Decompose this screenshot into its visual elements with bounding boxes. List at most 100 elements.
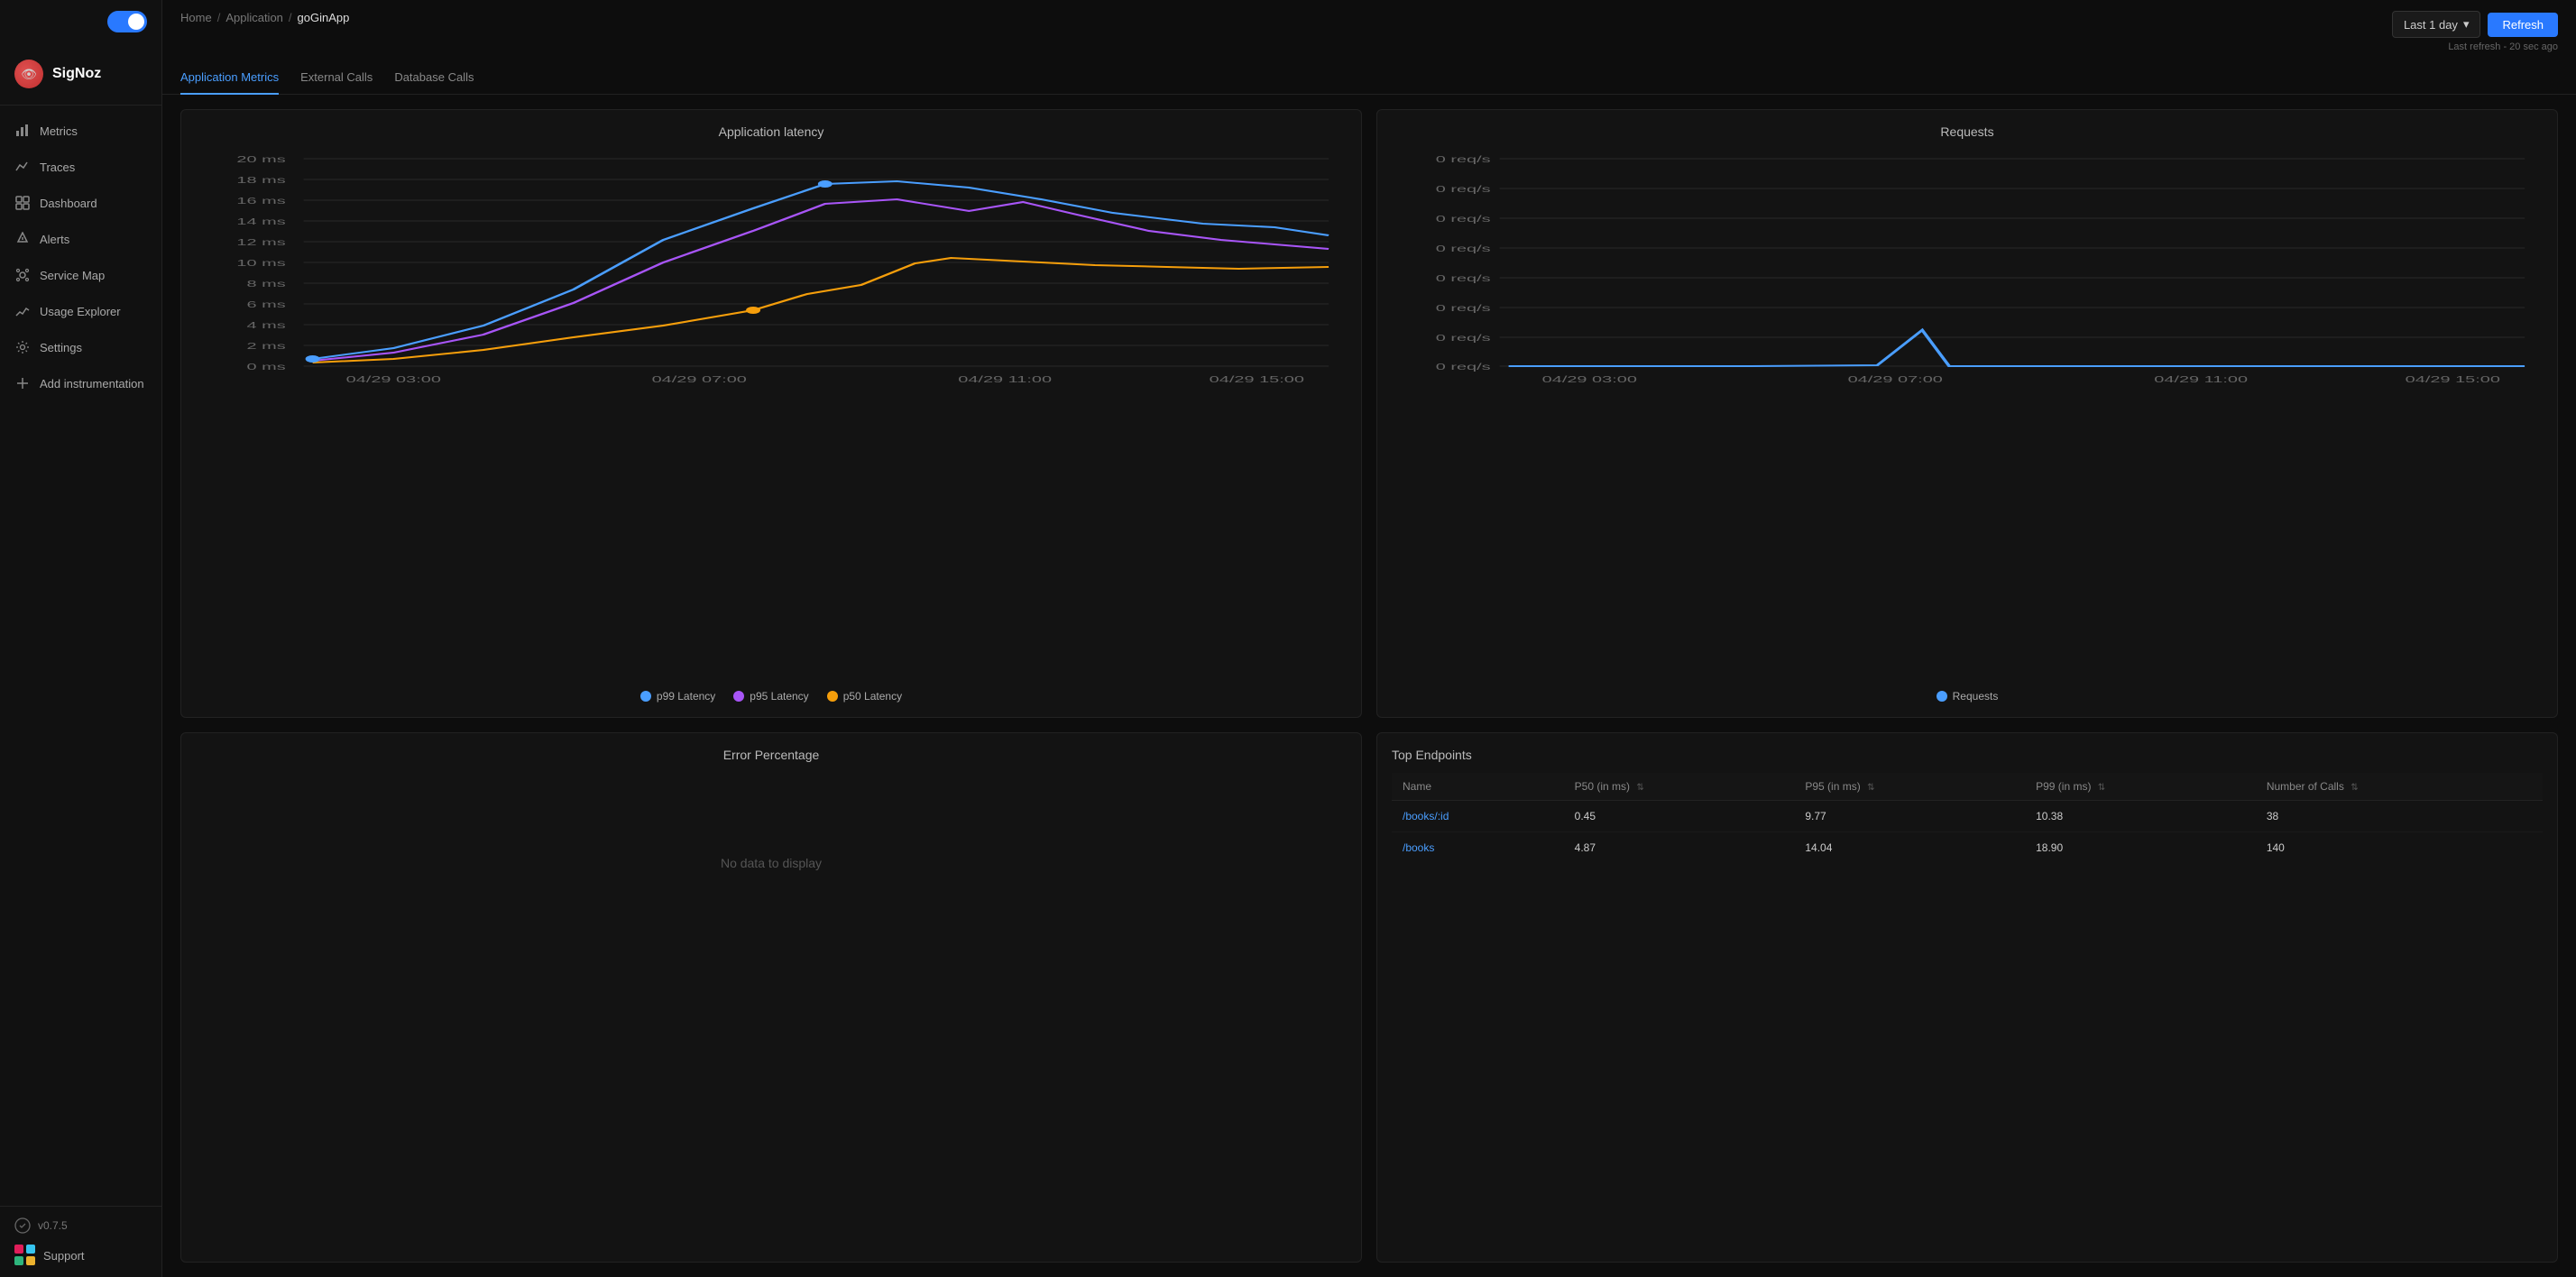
alerts-icon <box>14 231 31 247</box>
sort-icon-p50: ⇅ <box>1636 783 1643 793</box>
latency-chart-title: Application latency <box>196 124 1347 139</box>
sidebar-bottom: v0.7.5 Support <box>0 1206 161 1277</box>
add-instrumentation-icon <box>14 375 31 391</box>
col-p95[interactable]: P95 (in ms) ⇅ <box>1794 773 2025 801</box>
endpoint-p50-1: 0.45 <box>1564 801 1795 832</box>
svg-text:0 req/s: 0 req/s <box>1436 185 1491 195</box>
settings-icon <box>14 339 31 355</box>
sort-icon-p95: ⇅ <box>1867 783 1874 793</box>
toggle-container <box>0 0 161 43</box>
sidebar-item-service-map[interactable]: Service Map <box>0 257 161 293</box>
requests-label: Requests <box>1953 690 1999 703</box>
endpoint-name-2[interactable]: /books <box>1392 832 1564 864</box>
legend-p50: p50 Latency <box>827 690 902 703</box>
col-calls[interactable]: Number of Calls ⇅ <box>2256 773 2543 801</box>
svg-text:6 ms: 6 ms <box>246 300 285 310</box>
tab-database-calls[interactable]: Database Calls <box>394 63 474 95</box>
metrics-icon <box>14 123 31 139</box>
last-refresh-text: Last refresh - 20 sec ago <box>2448 41 2558 52</box>
svg-text:18 ms: 18 ms <box>236 176 285 186</box>
sidebar-item-traces[interactable]: Traces <box>0 149 161 185</box>
breadcrumb-application[interactable]: Application <box>225 11 283 24</box>
latency-chart-svg: 20 ms 18 ms 16 ms 14 ms 12 ms 10 ms 8 ms… <box>196 150 1347 384</box>
metrics-label: Metrics <box>40 124 78 138</box>
sidebar: 👁 SigNoz Metrics Traces <box>0 0 162 1277</box>
time-selector-label: Last 1 day <box>2404 18 2458 32</box>
breadcrumb-sep1: / <box>217 11 221 24</box>
topbar: Home / Application / goGinApp Last 1 day… <box>162 0 2576 52</box>
svg-text:0 ms: 0 ms <box>246 363 285 372</box>
svg-text:0 req/s: 0 req/s <box>1436 363 1491 372</box>
slack-icon <box>14 1245 36 1266</box>
alerts-label: Alerts <box>40 233 69 246</box>
tab-application-metrics[interactable]: Application Metrics <box>180 63 279 95</box>
settings-label: Settings <box>40 341 82 354</box>
svg-text:20 ms: 20 ms <box>236 155 285 165</box>
usage-explorer-icon <box>14 303 31 319</box>
refresh-button[interactable]: Refresh <box>2488 13 2558 37</box>
col-p99[interactable]: P99 (in ms) ⇅ <box>2025 773 2256 801</box>
time-selector[interactable]: Last 1 day ▾ <box>2392 11 2481 38</box>
endpoint-p99-1: 10.38 <box>2025 801 2256 832</box>
sidebar-item-usage-explorer[interactable]: Usage Explorer <box>0 293 161 329</box>
endpoint-p99-2: 18.90 <box>2025 832 2256 864</box>
theme-toggle[interactable] <box>107 11 147 32</box>
latency-legend: p99 Latency p95 Latency p50 Latency <box>196 690 1347 703</box>
col-p50[interactable]: P50 (in ms) ⇅ <box>1564 773 1795 801</box>
breadcrumb: Home / Application / goGinApp <box>180 11 349 24</box>
breadcrumb-home[interactable]: Home <box>180 11 212 24</box>
sidebar-item-settings[interactable]: Settings <box>0 329 161 365</box>
tab-external-calls[interactable]: External Calls <box>300 63 373 95</box>
breadcrumb-sep2: / <box>289 11 292 24</box>
p50-dot <box>827 691 838 702</box>
support-label: Support <box>43 1249 85 1263</box>
latency-chart-body: 20 ms 18 ms 16 ms 14 ms 12 ms 10 ms 8 ms… <box>196 150 1347 681</box>
top-endpoints-card: Top Endpoints Name P50 (in ms) ⇅ P95 (in… <box>1376 732 2558 1263</box>
svg-text:8 ms: 8 ms <box>246 280 285 289</box>
sidebar-item-alerts[interactable]: Alerts <box>0 221 161 257</box>
svg-text:0 req/s: 0 req/s <box>1436 274 1491 284</box>
sidebar-nav: Metrics Traces Dashboard <box>0 106 161 1206</box>
requests-chart-card: Requests 0 req/s 0 req/s 0 req/s 0 <box>1376 109 2558 718</box>
version-icon <box>14 1217 31 1234</box>
svg-text:14 ms: 14 ms <box>236 217 285 227</box>
requests-chart-title: Requests <box>1392 124 2543 139</box>
version-label: v0.7.5 <box>38 1219 68 1232</box>
tabs-bar: Application Metrics External Calls Datab… <box>162 52 2576 95</box>
svg-text:04/29 15:00: 04/29 15:00 <box>2406 375 2501 384</box>
usage-explorer-label: Usage Explorer <box>40 305 121 318</box>
service-map-label: Service Map <box>40 269 105 282</box>
latency-chart-card: Application latency 20 ms <box>180 109 1362 718</box>
charts-area: Application latency 20 ms <box>162 95 2576 1277</box>
svg-text:04/29 11:00: 04/29 11:00 <box>958 375 1052 384</box>
sidebar-item-metrics[interactable]: Metrics <box>0 113 161 149</box>
svg-text:0 req/s: 0 req/s <box>1436 244 1491 254</box>
endpoint-p95-1: 9.77 <box>1794 801 2025 832</box>
svg-text:04/29 03:00: 04/29 03:00 <box>346 375 442 384</box>
svg-text:12 ms: 12 ms <box>236 238 285 248</box>
sort-icon-calls: ⇅ <box>2351 783 2358 793</box>
p95-dot <box>733 691 744 702</box>
col-name[interactable]: Name <box>1392 773 1564 801</box>
table-row: /books/:id 0.45 9.77 10.38 38 <box>1392 801 2543 832</box>
endpoint-calls-2: 140 <box>2256 832 2543 864</box>
svg-text:4 ms: 4 ms <box>246 321 285 331</box>
endpoint-calls-1: 38 <box>2256 801 2543 832</box>
sidebar-item-dashboard[interactable]: Dashboard <box>0 185 161 221</box>
requests-dot <box>1937 691 1947 702</box>
requests-legend: Requests <box>1392 690 2543 703</box>
support-row[interactable]: Support <box>14 1245 147 1266</box>
requests-chart-svg: 0 req/s 0 req/s 0 req/s 0 req/s 0 req/s … <box>1392 150 2543 384</box>
svg-text:16 ms: 16 ms <box>236 197 285 207</box>
topbar-right: Last 1 day ▾ Refresh Last refresh - 20 s… <box>2392 11 2558 52</box>
svg-text:04/29 11:00: 04/29 11:00 <box>2154 375 2248 384</box>
dashboard-icon <box>14 195 31 211</box>
svg-text:0 req/s: 0 req/s <box>1436 304 1491 314</box>
svg-text:04/29 03:00: 04/29 03:00 <box>1542 375 1638 384</box>
endpoint-name-1[interactable]: /books/:id <box>1392 801 1564 832</box>
sidebar-item-add-instrumentation[interactable]: Add instrumentation <box>0 365 161 401</box>
chevron-down-icon: ▾ <box>2463 17 2470 32</box>
p95-label: p95 Latency <box>750 690 808 703</box>
error-chart-title: Error Percentage <box>196 748 1347 762</box>
legend-p95: p95 Latency <box>733 690 808 703</box>
